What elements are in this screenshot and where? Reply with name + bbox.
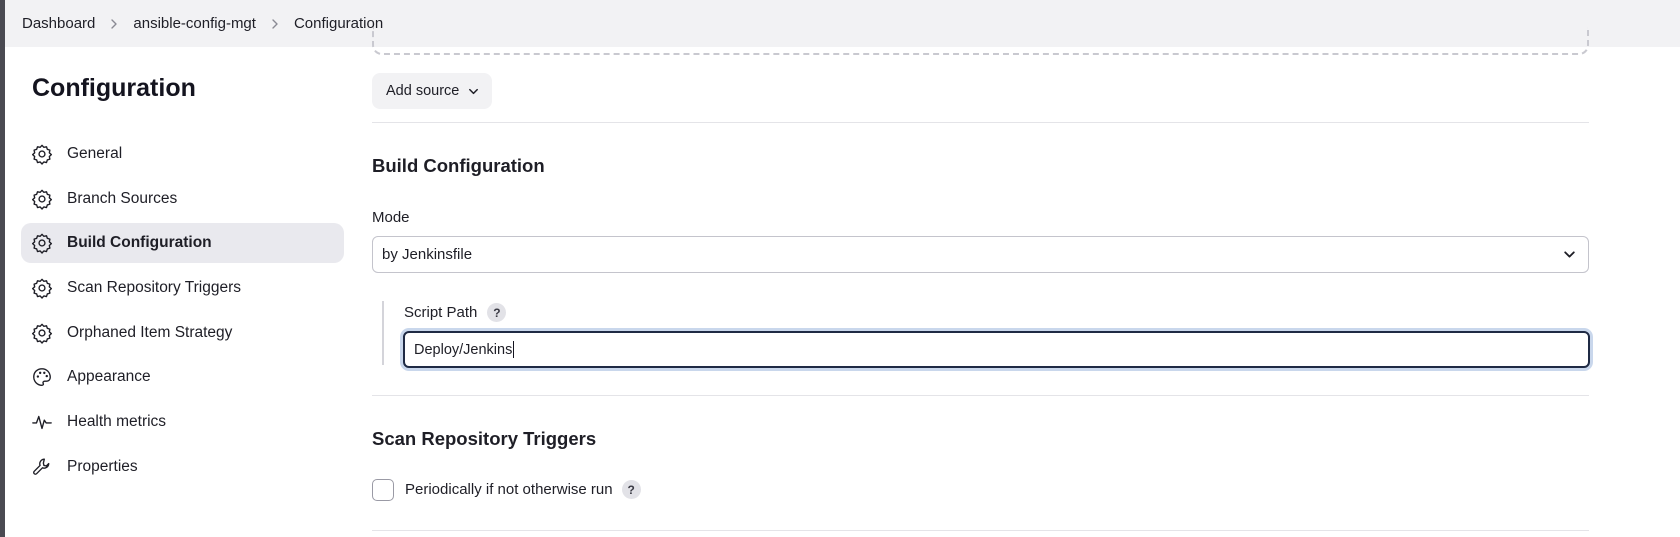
sidebar-item-general[interactable]: General [21,134,344,174]
gear-icon [31,188,53,210]
mode-label: Mode [372,209,410,226]
script-path-label-row: Script Path ? [404,303,507,322]
gear-icon [31,322,53,344]
page-title: Configuration [32,74,196,102]
sidebar-item-label: Branch Sources [67,189,178,207]
sidebar-item-label: Scan Repository Triggers [67,279,242,297]
sidebar-item-orphaned-item-strategy[interactable]: Orphaned Item Strategy [21,313,344,353]
divider [372,122,1589,123]
section-title-scan-repository-triggers: Scan Repository Triggers [372,428,597,449]
chevron-right-icon [107,17,121,31]
divider [372,395,1589,396]
script-path-label: Script Path [404,304,478,321]
divider [372,530,1589,531]
breadcrumb-dashboard[interactable]: Dashboard [22,15,95,32]
wrench-icon [31,456,53,478]
sidebar-item-label: Health metrics [67,413,167,431]
sidebar-item-appearance[interactable]: Appearance [21,357,344,397]
breadcrumb-configuration[interactable]: Configuration [294,15,383,32]
sidebar-item-label: General [67,145,123,162]
text-caret [513,341,515,358]
section-title-build-configuration: Build Configuration [372,155,545,176]
chevron-down-icon [1564,251,1575,258]
sidebar-item-properties[interactable]: Properties [21,447,344,487]
script-path-input[interactable]: Deploy/Jenkins [403,331,1590,368]
gear-icon [31,277,53,299]
script-path-value: Deploy/Jenkins [414,341,513,358]
palette-icon [31,366,53,388]
help-icon[interactable]: ? [621,480,641,499]
nested-section-rule [382,301,384,365]
sidebar-item-health-metrics[interactable]: Health metrics [21,402,344,442]
add-source-button[interactable]: Add source [372,73,492,109]
sidebar-item-scan-repository-triggers[interactable]: Scan Repository Triggers [21,268,344,308]
sidebar-item-branch-sources[interactable]: Branch Sources [21,179,344,219]
chevron-down-icon [469,88,479,94]
mode-select-value: by Jenkinsfile [382,246,473,263]
sidebar: General Branch Sources Build Configurati… [21,134,344,492]
sidebar-item-label: Properties [67,457,138,475]
sidebar-item-label: Orphaned Item Strategy [67,323,233,341]
pulse-icon [31,411,53,433]
sidebar-item-label: Appearance [67,368,151,386]
gear-icon [31,232,53,255]
periodic-label[interactable]: Periodically if not otherwise run [405,481,613,498]
chevron-right-icon [268,17,282,31]
periodic-checkbox[interactable] [372,479,394,501]
sidebar-item-build-configuration[interactable]: Build Configuration [21,223,344,264]
gear-icon [31,143,53,165]
help-icon[interactable]: ? [487,303,507,322]
mode-select[interactable]: by Jenkinsfile [372,236,1589,273]
source-drop-zone [372,27,1589,55]
sidebar-item-label: Build Configuration [67,234,212,252]
window-edge [0,0,5,537]
periodic-label-row: Periodically if not otherwise run ? [405,480,641,499]
breadcrumb-job[interactable]: ansible-config-mgt [133,15,256,32]
